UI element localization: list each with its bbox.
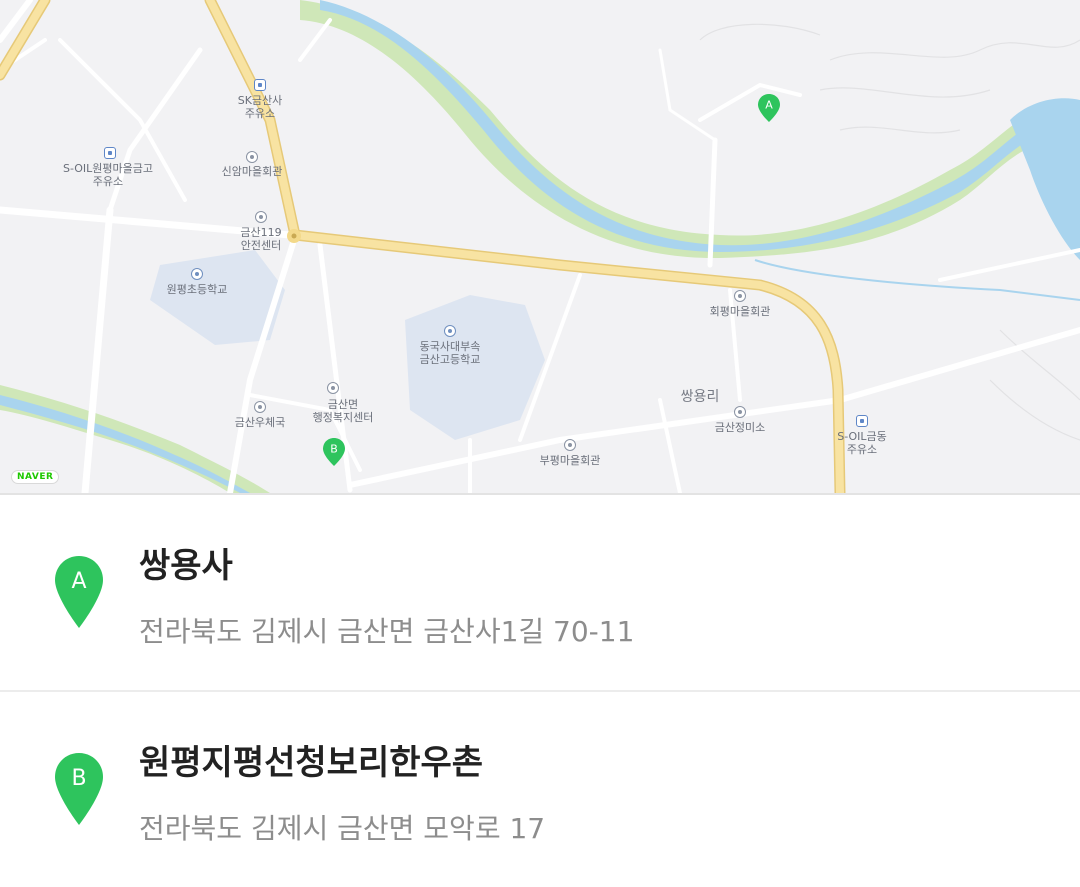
school-icon[interactable] bbox=[444, 325, 456, 337]
map-label-fire-station[interactable]: 금산119 안전센터 bbox=[240, 226, 281, 252]
place-item-b[interactable]: B 원평지평선청보리한우촌 전라북도 김제시 금산면 모악로 17 bbox=[0, 692, 1080, 887]
map-view[interactable]: SK금산사 주유소 S-OIL원평마을금고 주유소 신암마을회관 금산119 안전센터… bbox=[0, 0, 1080, 495]
village-hall-icon[interactable] bbox=[564, 439, 576, 451]
gas-station-icon[interactable] bbox=[254, 79, 266, 91]
map-label-soil-gas[interactable]: S-OIL원평마을금고 주유소 bbox=[63, 162, 153, 188]
marker-b-letter: B bbox=[71, 766, 86, 791]
map-label-sinam[interactable]: 신암마을회관 bbox=[222, 165, 283, 178]
map-label-hoepyeong[interactable]: 회평마을회관 bbox=[710, 305, 771, 318]
map-label-post-office[interactable]: 금산우체국 bbox=[235, 416, 286, 429]
naver-logo: NAVER bbox=[11, 470, 60, 484]
place-name[interactable]: 원평지평선청보리한우촌 bbox=[139, 735, 483, 784]
map-label-bupyeong[interactable]: 부평마을회관 bbox=[540, 454, 601, 467]
map-label-ssangyongri[interactable]: 쌍용리 bbox=[681, 390, 720, 404]
village-hall-icon[interactable] bbox=[734, 290, 746, 302]
post-office-icon[interactable] bbox=[254, 401, 266, 413]
school-icon[interactable] bbox=[191, 268, 203, 280]
map-label-school[interactable]: 원평초등학교 bbox=[167, 283, 228, 296]
map-label-high-school[interactable]: 동국사대부속 금산고등학교 bbox=[420, 340, 481, 366]
office-icon[interactable] bbox=[327, 382, 339, 394]
marker-a-letter: A bbox=[71, 569, 86, 594]
place-address: 전라북도 김제시 금산면 금산사1길 70-11 bbox=[139, 615, 635, 648]
place-item-a[interactable]: A 쌍용사 전라북도 김제시 금산면 금산사1길 70-11 bbox=[0, 495, 1080, 692]
map-label-office[interactable]: 금산면 행정복지센터 bbox=[313, 398, 374, 424]
place-list: A 쌍용사 전라북도 김제시 금산면 금산사1길 70-11 B 원평지평선청보… bbox=[0, 495, 1080, 887]
map-label-soil-gas-2[interactable]: S-OIL금동 주유소 bbox=[837, 430, 887, 456]
place-address: 전라북도 김제시 금산면 모악로 17 bbox=[139, 812, 546, 845]
marker-a-icon: A bbox=[54, 555, 104, 633]
gas-station-icon[interactable] bbox=[856, 415, 868, 427]
map-canvas bbox=[0, 0, 1080, 493]
marker-b-icon: B bbox=[54, 752, 104, 830]
mill-icon[interactable] bbox=[734, 406, 746, 418]
village-hall-icon[interactable] bbox=[246, 151, 258, 163]
map-label-mill[interactable]: 금산정미소 bbox=[715, 421, 766, 434]
map-label-sk-gas[interactable]: SK금산사 주유소 bbox=[238, 94, 283, 120]
map-pin-b-letter: B bbox=[330, 443, 338, 456]
fire-station-icon[interactable] bbox=[255, 211, 267, 223]
place-name[interactable]: 쌍용사 bbox=[139, 538, 233, 587]
gas-station-icon[interactable] bbox=[104, 147, 116, 159]
map-pin-a-letter: A bbox=[765, 99, 773, 112]
